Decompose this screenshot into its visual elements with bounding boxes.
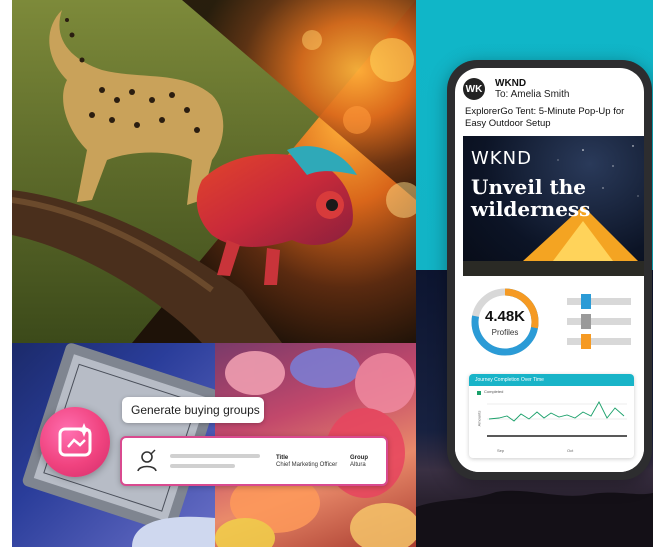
x-tick-sep: Sep <box>497 448 505 453</box>
ai-sparkle-badge[interactable] <box>40 407 110 477</box>
journey-line <box>488 401 625 422</box>
hero-image-cheetah-chameleon <box>12 0 416 343</box>
placeholder-line-1 <box>170 454 260 458</box>
title-value: Chief Marketing Officer <box>276 462 338 468</box>
profiles-donut: 4.48K Profiles <box>469 286 541 358</box>
profiles-value: 4.48K <box>484 308 526 325</box>
profiles-dashboard: 4.48K Profiles Journey Completion Over T… <box>455 278 644 472</box>
slider-3-knob[interactable] <box>581 334 592 349</box>
user-icon <box>137 449 157 472</box>
sparkle-image-icon <box>58 423 92 457</box>
sender-avatar: WK <box>463 78 485 100</box>
slider-2[interactable] <box>567 314 631 329</box>
group-label: Group <box>350 455 368 461</box>
generate-buying-groups-label: Generate buying groups <box>131 403 260 417</box>
slider-1-knob[interactable] <box>581 294 592 309</box>
slider-2-knob[interactable] <box>581 314 592 329</box>
email-subject: ExplorerGo Tent: 5-Minute Pop-Up for Eas… <box>465 106 625 129</box>
generate-buying-groups-button[interactable]: Generate buying groups <box>122 397 264 423</box>
phone-screen: WK WKND To: Amelia Smith ExplorerGo Tent… <box>455 68 644 472</box>
slider-1[interactable] <box>567 294 631 309</box>
placeholder-line-2 <box>170 464 235 468</box>
profiles-label: Profiles <box>491 328 519 337</box>
group-value: Altura <box>350 462 366 468</box>
title-label: Title <box>276 455 289 461</box>
recipient-line: To: Amelia Smith <box>495 89 570 100</box>
buying-group-card[interactable]: Title Chief Marketing Officer Group Altu… <box>120 436 388 486</box>
banner-headline: Unveil the wilderness <box>471 175 591 221</box>
journey-chart-card: Journey Completion Over Time Completed A… <box>469 374 634 458</box>
email-banner[interactable]: WKND Unveil the wilderness <box>463 136 644 276</box>
banner-brand: WKND <box>471 148 532 169</box>
slider-3[interactable] <box>567 334 631 349</box>
x-tick-oct: Oct <box>567 448 574 453</box>
sender-name: WKND <box>495 78 527 89</box>
phone-mockup: WK WKND To: Amelia Smith ExplorerGo Tent… <box>447 60 652 480</box>
